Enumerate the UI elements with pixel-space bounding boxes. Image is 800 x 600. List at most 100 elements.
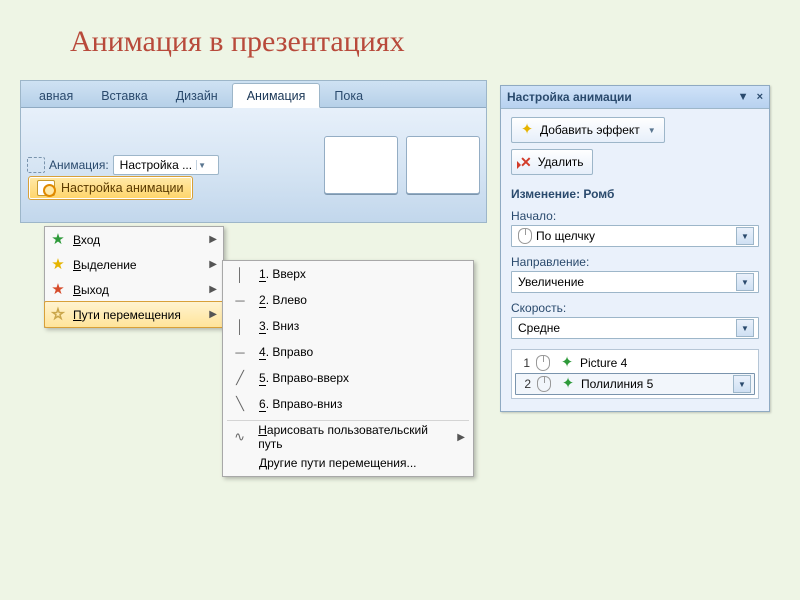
- effects-list: 1 ✦ Picture 4 2 ✦ Полилиния 5 ▼: [511, 349, 759, 399]
- path-item-freeform[interactable]: ∿ Нарисовать пользовательский путь ▶: [223, 424, 473, 450]
- speed-select[interactable]: Средне ▼: [511, 317, 759, 339]
- custom-animation-button[interactable]: Настройка анимации: [28, 176, 193, 200]
- chevron-right-icon: ▶: [457, 432, 465, 443]
- freeform-icon: ∿: [231, 429, 248, 445]
- effect-index: 2: [519, 377, 531, 391]
- menu-item-exit[interactable]: ★ Выход ▶: [45, 277, 223, 302]
- start-select[interactable]: По щелчку ▼: [511, 225, 759, 247]
- path-item-up[interactable]: │ 1. Вверх: [223, 261, 473, 287]
- effect-index: 1: [518, 356, 530, 370]
- animation-dropdown[interactable]: Настройка ... ▼: [113, 155, 219, 175]
- direction-label: Направление:: [511, 255, 759, 269]
- chevron-down-icon[interactable]: ▼: [733, 375, 751, 393]
- mouse-icon: [518, 228, 532, 244]
- start-label: Начало:: [511, 209, 759, 223]
- menu-item-emphasis[interactable]: ★ Выделение ▶: [45, 252, 223, 277]
- path-glyph-icon: │: [231, 267, 249, 282]
- speed-label: Скорость:: [511, 301, 759, 315]
- transition-thumb[interactable]: [324, 136, 398, 194]
- chevron-down-icon: ▼: [736, 227, 754, 245]
- chevron-right-icon: ▶: [209, 284, 217, 295]
- add-effect-label: Добавить эффект: [540, 123, 640, 137]
- menu-item-entrance[interactable]: ★ Вход ▶: [45, 227, 223, 252]
- star-icon: ✦: [560, 356, 574, 370]
- menu-item-label: Выход: [73, 283, 201, 297]
- menu-item-label: 5. Вправо-вверх: [259, 371, 349, 385]
- animation-label: Анимация:: [49, 158, 109, 172]
- star-icon: ★: [51, 233, 65, 247]
- path-item-right[interactable]: ─ 4. Вправо: [223, 339, 473, 365]
- animation-dropdown-value: Настройка ...: [120, 158, 192, 172]
- change-section-label: Изменение: Ромб: [511, 187, 759, 201]
- menu-item-label: Выделение: [73, 258, 201, 272]
- speed-value: Средне: [518, 321, 560, 335]
- pane-title-text: Настройка анимации: [507, 90, 632, 104]
- chevron-right-icon: ▶: [209, 234, 217, 245]
- path-item-more[interactable]: Другие пути перемещения...: [223, 450, 473, 476]
- motion-path-submenu: │ 1. Вверх ─ 2. Влево │ 3. Вниз ─ 4. Впр…: [222, 260, 474, 477]
- star-icon: ☆: [51, 308, 65, 322]
- effect-name: Picture 4: [580, 356, 627, 370]
- effect-row[interactable]: 2 ✦ Полилиния 5 ▼: [515, 373, 755, 395]
- add-effect-button[interactable]: ✦ Добавить эффект ▼: [511, 117, 665, 143]
- menu-item-label: 3. Вниз: [259, 319, 299, 333]
- pane-menu-button[interactable]: ▼: [738, 91, 749, 103]
- path-glyph-icon: ─: [231, 293, 249, 308]
- path-item-left[interactable]: ─ 2. Влево: [223, 287, 473, 313]
- page-title: Анимация в презентациях: [70, 25, 405, 59]
- menu-item-label: Нарисовать пользовательский путь: [258, 423, 447, 451]
- ribbon-tab-insert[interactable]: Вставка: [87, 84, 161, 107]
- delete-icon: ✕: [520, 154, 532, 171]
- star-icon: ★: [51, 283, 65, 297]
- direction-value: Увеличение: [518, 275, 584, 289]
- ribbon-tab-home[interactable]: авная: [25, 84, 87, 107]
- ribbon: авная Вставка Дизайн Анимация Пока Анима…: [20, 80, 487, 223]
- menu-item-label: Другие пути перемещения...: [259, 456, 416, 470]
- star-icon: ✦: [561, 377, 575, 391]
- chevron-down-icon: ▼: [736, 273, 754, 291]
- ribbon-tab-design[interactable]: Дизайн: [162, 84, 232, 107]
- path-glyph-icon: ╱: [231, 370, 249, 386]
- menu-item-label: 6. Вправо-вниз: [259, 397, 342, 411]
- custom-animation-icon: [37, 180, 55, 196]
- path-glyph-icon: ─: [231, 345, 249, 360]
- menu-item-label: Пути перемещения: [73, 308, 201, 322]
- remove-effect-button[interactable]: ✕ Удалить: [511, 149, 593, 175]
- pane-titlebar: Настройка анимации ▼ ×: [501, 86, 769, 109]
- ribbon-tab-animation[interactable]: Анимация: [232, 83, 321, 108]
- animation-preview-icon: [27, 157, 45, 173]
- menu-item-label: 2. Влево: [259, 293, 307, 307]
- effect-name: Полилиния 5: [581, 377, 653, 391]
- chevron-down-icon: ▼: [196, 160, 207, 170]
- chevron-down-icon: ▼: [648, 126, 656, 135]
- path-item-down-right[interactable]: ╲ 6. Вправо-вниз: [223, 391, 473, 417]
- direction-select[interactable]: Увеличение ▼: [511, 271, 759, 293]
- effect-category-menu: ★ Вход ▶ ★ Выделение ▶ ★ Выход ▶ ☆ Пути …: [44, 226, 224, 328]
- mouse-icon: [537, 376, 551, 392]
- menu-separator: [227, 420, 469, 421]
- remove-effect-label: Удалить: [538, 155, 584, 169]
- transition-gallery[interactable]: [324, 136, 480, 194]
- menu-item-label: Вход: [73, 233, 201, 247]
- star-icon: ✦: [520, 123, 534, 137]
- ribbon-body: Анимация: Настройка ... ▼: [21, 108, 486, 222]
- close-icon[interactable]: ×: [757, 91, 763, 103]
- path-item-down[interactable]: │ 3. Вниз: [223, 313, 473, 339]
- ribbon-tab-slideshow[interactable]: Пока: [320, 84, 377, 107]
- star-icon: ★: [51, 258, 65, 272]
- ribbon-tabs: авная Вставка Дизайн Анимация Пока: [21, 81, 486, 108]
- chevron-right-icon: ▶: [209, 309, 217, 320]
- start-value: По щелчку: [536, 229, 595, 243]
- animation-task-pane: Настройка анимации ▼ × ✦ Добавить эффект…: [500, 85, 770, 412]
- effect-row[interactable]: 1 ✦ Picture 4: [515, 353, 755, 373]
- chevron-right-icon: ▶: [209, 259, 217, 270]
- mouse-icon: [536, 355, 550, 371]
- menu-item-label: 4. Вправо: [259, 345, 313, 359]
- menu-item-motion-paths[interactable]: ☆ Пути перемещения ▶: [44, 301, 224, 328]
- transition-thumb[interactable]: [406, 136, 480, 194]
- path-item-up-right[interactable]: ╱ 5. Вправо-вверх: [223, 365, 473, 391]
- custom-animation-label: Настройка анимации: [61, 181, 184, 195]
- path-glyph-icon: │: [231, 319, 249, 334]
- menu-item-label: 1. Вверх: [259, 267, 306, 281]
- chevron-down-icon: ▼: [736, 319, 754, 337]
